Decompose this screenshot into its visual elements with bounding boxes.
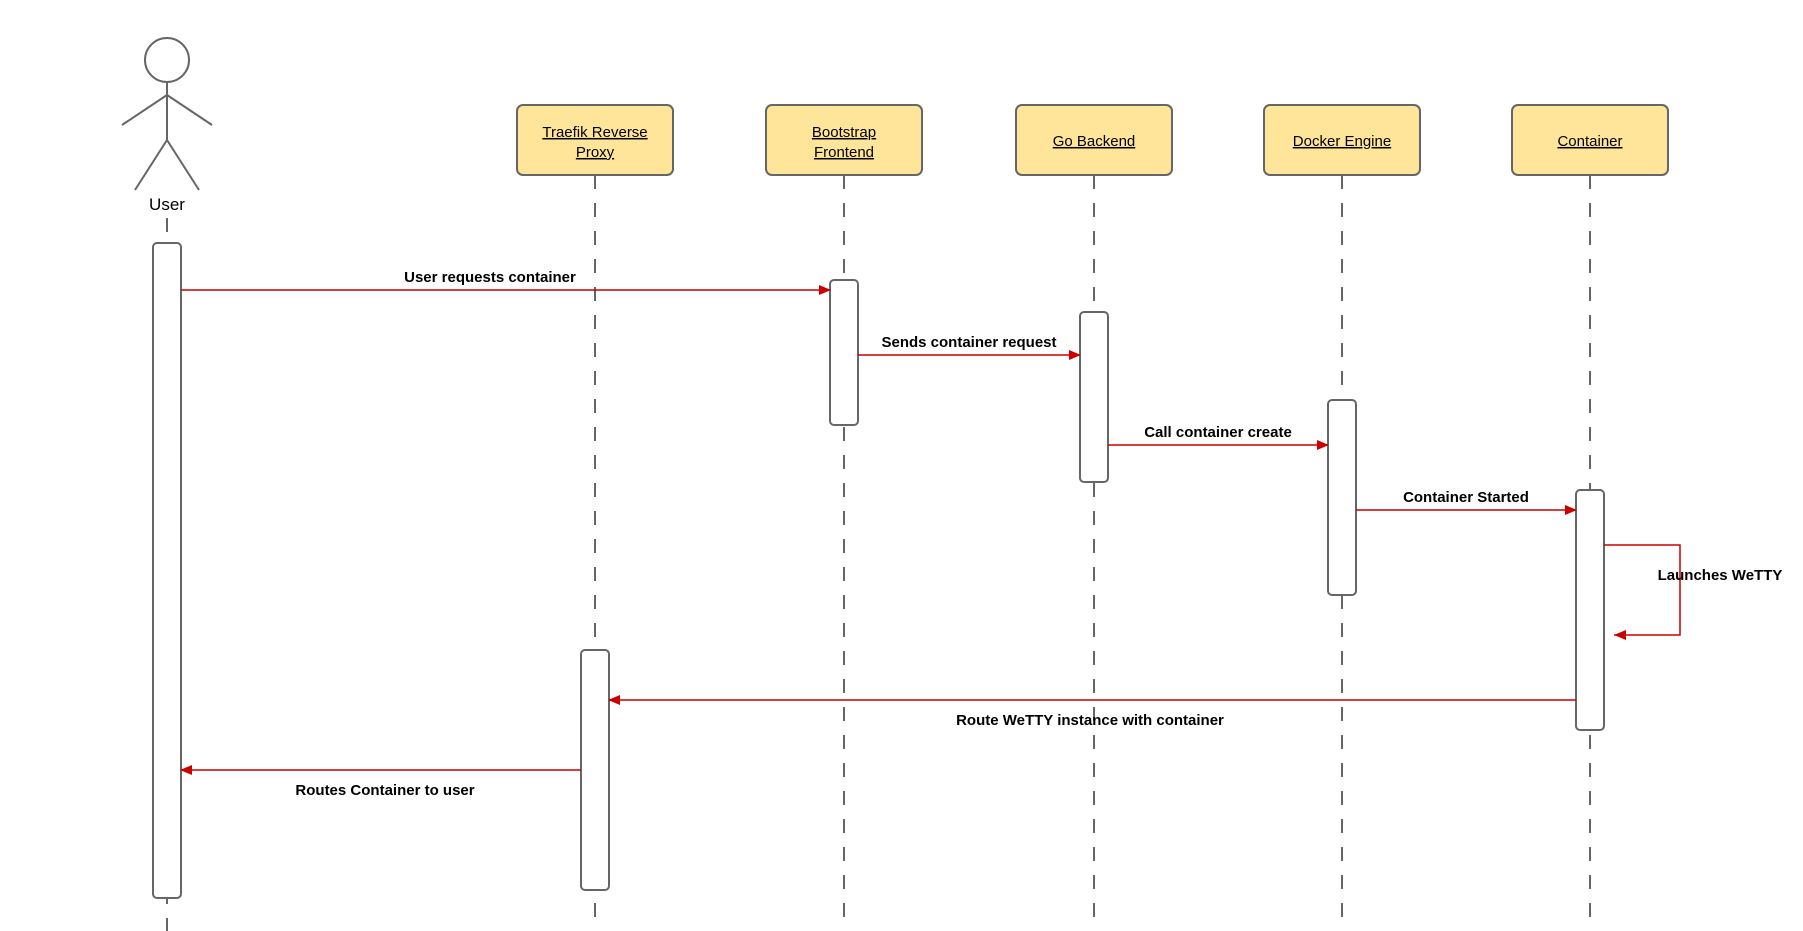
svg-text:Sends container request: Sends container request — [881, 334, 1056, 351]
svg-text:Launches WeTTY: Launches WeTTY — [1658, 567, 1783, 584]
activation-docker — [1328, 400, 1356, 595]
svg-text:User requests container: User requests container — [404, 269, 576, 286]
activation-traefik — [581, 650, 609, 890]
sequence-diagram: User Traefik Reverse Proxy Bootstrap Fro… — [0, 0, 1803, 931]
svg-text:Proxy: Proxy — [576, 144, 615, 161]
svg-text:Call container create: Call container create — [1144, 424, 1292, 441]
activation-gobackend — [1080, 312, 1108, 482]
actor-label: User — [149, 195, 185, 214]
svg-text:Container: Container — [1557, 133, 1622, 150]
svg-text:Routes Container to user: Routes Container to user — [295, 782, 474, 799]
actor-user: User — [122, 38, 212, 214]
svg-text:Go Backend: Go Backend — [1053, 133, 1136, 150]
svg-text:Traefik Reverse: Traefik Reverse — [542, 124, 647, 141]
activation-container — [1576, 490, 1604, 730]
svg-text:Docker Engine: Docker Engine — [1293, 133, 1391, 150]
svg-text:Frontend: Frontend — [814, 144, 874, 161]
message-launches-wetty: Launches WeTTY — [1604, 545, 1782, 640]
svg-text:Container Started: Container Started — [1403, 489, 1529, 506]
participant-gobackend: Go Backend — [1016, 105, 1172, 931]
participant-bootstrap: Bootstrap Frontend — [766, 105, 922, 931]
svg-text:Route WeTTY instance with cont: Route WeTTY instance with container — [956, 712, 1224, 729]
activation-user — [153, 243, 181, 898]
svg-text:Bootstrap: Bootstrap — [812, 124, 876, 141]
activation-bootstrap — [830, 280, 858, 425]
